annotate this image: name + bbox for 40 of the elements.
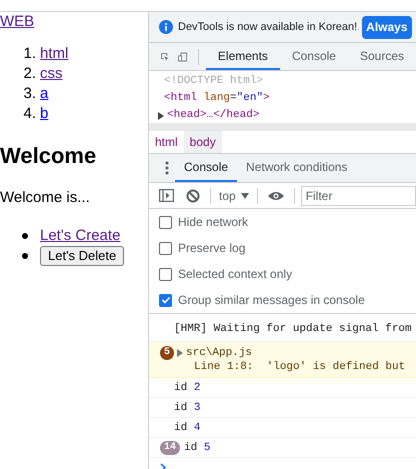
setting-label: Hide network [178, 214, 248, 231]
console-message: id 5 [184, 440, 210, 454]
list-number: 3. [22, 84, 36, 104]
console-message: [HMR] Waiting for update signal from [174, 322, 412, 336]
drawer-tab[interactable]: Network conditions [237, 154, 356, 182]
topic-link[interactable]: a [40, 84, 48, 104]
context-dropdown[interactable]: top [211, 186, 257, 204]
list-number: 4. [22, 104, 36, 124]
console-message: id 3 [174, 400, 200, 414]
topic-link[interactable]: b [40, 104, 48, 124]
drawer-tab[interactable]: Console [175, 154, 238, 182]
list-number: 2. [22, 64, 36, 84]
home-link[interactable]: WEB [0, 12, 34, 32]
welcome-heading: Welcome [0, 142, 96, 170]
breadcrumb[interactable]: html [149, 131, 184, 153]
create-link[interactable]: Let's Create [40, 226, 120, 246]
welcome-text: Welcome is... [0, 188, 90, 208]
repeat-count-badge: 14 [160, 440, 180, 454]
dom-line: <!DOCTYPE html> [164, 74, 264, 89]
dom-line: <head>…</head> [167, 108, 260, 123]
setting-label: Group similar messages in console [178, 292, 365, 309]
list-number: 1. [22, 44, 36, 64]
filter-field[interactable]: Filter [300, 186, 416, 206]
console-message: id 4 [174, 420, 200, 434]
warning-detail: Line 1:8: 'logo' is defined but [193, 360, 406, 374]
breadcrumb[interactable]: body [184, 131, 222, 153]
panel-tab[interactable]: Elements [206, 43, 280, 70]
panel-tab[interactable]: Console [280, 43, 348, 70]
topic-link[interactable]: html [40, 44, 68, 64]
console-message: id 2 [174, 380, 200, 394]
topic-link[interactable]: css [40, 64, 62, 84]
info-text: DevTools is now available in Korean! [178, 20, 358, 35]
setting-label: Selected context only [178, 266, 292, 283]
dom-line: <html lang="en"> [164, 91, 270, 106]
always-button[interactable]: Always [362, 16, 412, 38]
delete-button[interactable]: Let's Delete [40, 246, 124, 266]
warning-source: src\App.js [186, 346, 252, 360]
repeat-count-badge: 5 [160, 346, 174, 360]
panel-tab[interactable]: Sources [348, 43, 416, 70]
setting-label: Preserve log [178, 240, 246, 257]
